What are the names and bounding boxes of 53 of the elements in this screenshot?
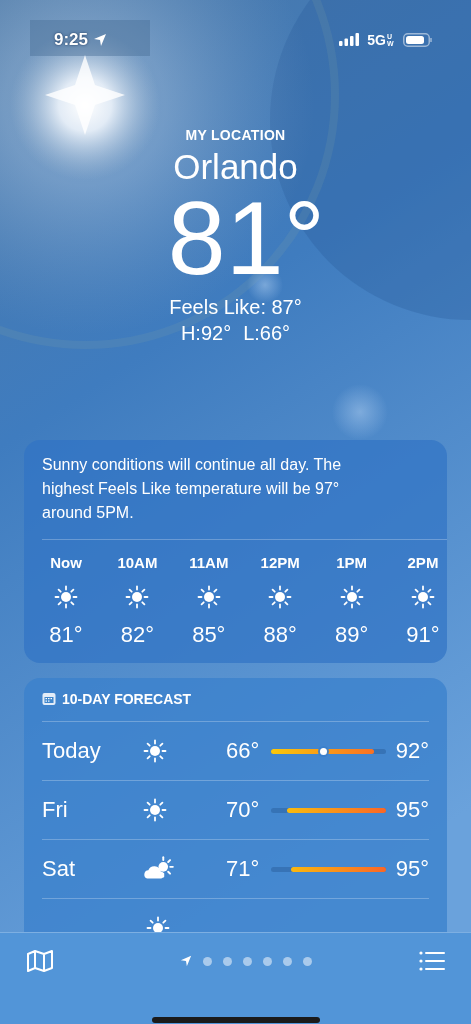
high-temperature: H:92° xyxy=(180,321,232,346)
city-name: Orlando xyxy=(173,146,298,188)
signal-icon xyxy=(339,33,360,46)
network-label: 5G xyxy=(367,31,386,48)
status-time: 9:25 xyxy=(54,29,89,50)
location-arrow-icon xyxy=(93,32,108,47)
day-label: Today xyxy=(42,738,102,764)
hour-label: 12PM xyxy=(260,553,300,573)
high-temperature: 95° xyxy=(395,856,429,882)
hour-label: 1PM xyxy=(336,553,367,573)
page-dot[interactable] xyxy=(222,956,232,966)
sun-icon xyxy=(410,585,435,609)
hour-label: Now xyxy=(50,553,82,573)
low-temperature: L:66° xyxy=(243,321,291,346)
sun-icon xyxy=(268,585,293,609)
current-temperature: 81° xyxy=(166,186,326,290)
day-label: Sat xyxy=(42,856,77,882)
hour-temperature: 81° xyxy=(49,621,83,649)
map-icon[interactable] xyxy=(26,949,54,973)
sun-icon xyxy=(142,798,167,822)
feels-like-text: Feels Like: 87° xyxy=(169,295,302,320)
sun-icon xyxy=(196,585,221,609)
location-label: MY LOCATION xyxy=(185,126,286,144)
hour-temperature: 85° xyxy=(192,621,226,649)
list-icon[interactable] xyxy=(419,951,445,971)
sun-icon xyxy=(125,585,150,609)
page-dot[interactable] xyxy=(202,956,212,966)
battery-icon xyxy=(403,32,433,47)
page-dot[interactable] xyxy=(262,956,272,966)
forecast-summary: Sunny conditions will continue all day. The highest Feels Like temperature will be 97° around 5PM. xyxy=(42,453,447,540)
location-arrow-icon[interactable] xyxy=(179,955,192,967)
sun-icon xyxy=(54,585,78,609)
hour-temperature: 89° xyxy=(334,621,369,649)
high-temperature: 95° xyxy=(395,797,429,823)
day-label: Fri xyxy=(42,797,69,823)
cloud-sun-icon xyxy=(142,856,175,882)
page-dot[interactable] xyxy=(242,956,252,966)
hour-temperature: 82° xyxy=(120,621,155,649)
page-dot[interactable] xyxy=(302,956,312,966)
high-temperature: 92° xyxy=(395,738,429,764)
hour-label: 11AM xyxy=(189,553,229,573)
low-temperature: 70° xyxy=(225,797,260,823)
low-temperature: 66° xyxy=(225,738,260,764)
sun-icon xyxy=(339,585,364,609)
low-temperature: 71° xyxy=(225,856,260,882)
sun-icon xyxy=(142,739,167,763)
hour-label: 10AM xyxy=(117,553,158,573)
hour-temperature: 91° xyxy=(406,621,440,649)
page-dot[interactable] xyxy=(282,956,292,966)
calendar-icon xyxy=(42,692,56,706)
hour-temperature: 88° xyxy=(263,621,297,649)
hour-label: 2PM xyxy=(407,553,439,573)
forecast-title: 10-DAY FORECAST xyxy=(62,691,192,707)
